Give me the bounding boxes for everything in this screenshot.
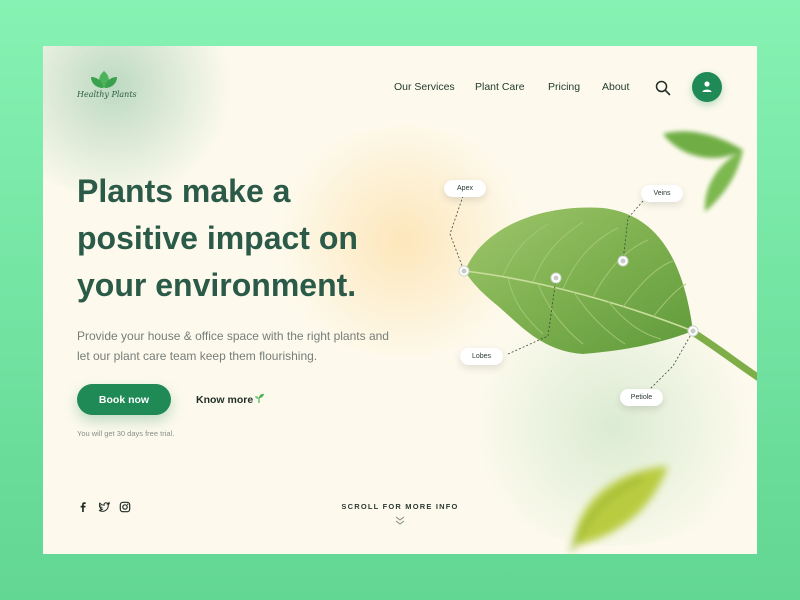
tag-petiole: Petiole bbox=[620, 389, 663, 406]
leaf-illustration bbox=[449, 131, 757, 552]
blurred-leaf-bottom bbox=[569, 466, 668, 552]
tag-veins: Veins bbox=[641, 185, 683, 202]
tag-apex: Apex bbox=[444, 180, 486, 197]
leaf-petiole bbox=[687, 327, 757, 381]
main-leaf bbox=[465, 207, 693, 354]
landing-page-card: Healthy Plants Our Services Plant Care P… bbox=[43, 46, 757, 554]
tag-lobes: Lobes bbox=[460, 348, 503, 365]
